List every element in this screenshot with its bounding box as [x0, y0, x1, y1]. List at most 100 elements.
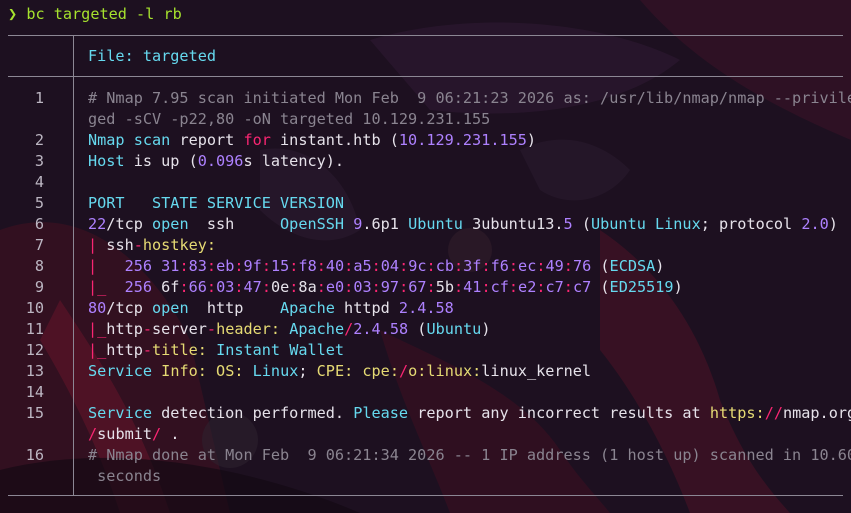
- token: 9c: [408, 257, 427, 275]
- code-line: Service Info: OS: Linux; CPE: cpe:/o:lin…: [88, 361, 845, 382]
- token: //: [764, 404, 783, 422]
- token: title:: [152, 341, 207, 359]
- token: submit: [97, 425, 153, 443]
- code-line-wrap: seconds: [88, 466, 845, 487]
- token: :: [426, 257, 436, 275]
- line-number: 5: [34, 194, 44, 212]
- token: :: [563, 257, 573, 275]
- token: 41: [463, 278, 482, 296]
- token: /tcp: [106, 299, 153, 317]
- code-line: |_http-server-header: Apache/2.4.58 (Ubu…: [88, 319, 845, 340]
- prompt-arrow-icon: ❯: [8, 5, 18, 23]
- token: 80: [88, 299, 107, 317]
- token: is up (: [124, 152, 198, 170]
- code-line: Host is up (0.096s latency).: [88, 151, 845, 172]
- code-line-wrap: ged -sCV -p22,80 -oN targeted 10.129.231…: [88, 109, 845, 130]
- token: (: [591, 278, 610, 296]
- line-number: 2: [34, 131, 44, 149]
- token: :: [206, 257, 217, 275]
- token: (: [572, 215, 591, 233]
- token: Service: [88, 362, 153, 380]
- token: c7: [545, 278, 564, 296]
- token: :: [179, 257, 189, 275]
- token: e2: [518, 278, 537, 296]
- token: :: [234, 257, 244, 275]
- token: header:: [216, 320, 281, 338]
- token: linux_kernel: [481, 362, 592, 380]
- token: Apache: [280, 299, 335, 317]
- token: ): [655, 257, 665, 275]
- token: 76: [572, 257, 592, 275]
- token: :: [399, 278, 409, 296]
- token: 2.4.58: [398, 299, 454, 317]
- token: 2.4.58: [353, 320, 409, 338]
- token: Ubuntu: [426, 320, 482, 338]
- token: :: [508, 257, 519, 275]
- gutter-separator: [73, 35, 74, 496]
- token: o:linux:: [408, 362, 482, 380]
- token: ; protocol: [700, 215, 802, 233]
- code-line: 22/tcp open ssh OpenSSH 9.6p1 Ubuntu 3ub…: [88, 214, 845, 235]
- line-number: 7: [34, 236, 44, 254]
- token: -: [142, 320, 153, 338]
- token: f8: [298, 257, 317, 275]
- code-line: Service detection performed. Please repo…: [88, 403, 851, 424]
- token: s latency).: [243, 152, 345, 170]
- token: seconds: [88, 467, 162, 485]
- token: |_: [88, 278, 125, 296]
- token: :: [261, 278, 271, 296]
- token: OS:: [216, 362, 244, 380]
- token: 3f: [463, 257, 482, 275]
- token: https:: [709, 404, 765, 422]
- token: 15: [270, 257, 290, 275]
- token: open: [152, 299, 189, 317]
- token: cb: [435, 257, 454, 275]
- line-number: 14: [25, 383, 44, 401]
- token: Linux: [252, 362, 299, 380]
- token: ssh: [188, 215, 281, 233]
- token: http: [106, 341, 143, 359]
- token: -: [133, 236, 143, 254]
- token: f6: [490, 257, 509, 275]
- token: /: [152, 425, 162, 443]
- code-line: # Nmap 7.95 scan initiated Mon Feb 9 06:…: [88, 88, 851, 109]
- token: nmap.org: [782, 404, 851, 422]
- token: Instant Wallet: [216, 341, 345, 359]
- token: :: [206, 278, 217, 296]
- token: :: [563, 278, 573, 296]
- token: 2.0: [801, 215, 829, 233]
- token: |: [88, 236, 107, 254]
- token: .6p1: [362, 215, 409, 233]
- token: 67: [408, 278, 427, 296]
- line-number: 8: [34, 257, 44, 275]
- token: /: [88, 425, 98, 443]
- token: 9: [353, 215, 363, 233]
- token: ): [673, 278, 683, 296]
- code-line-wrap: /submit/ .: [88, 424, 845, 445]
- token: 83: [188, 257, 207, 275]
- token: 10.129.231.155: [398, 131, 527, 149]
- shell-prompt: ❯ bc targeted -l rb: [8, 4, 182, 25]
- line-number: 9: [34, 278, 44, 296]
- token: |_: [88, 320, 107, 338]
- token: PORT STATE SERVICE VERSION: [88, 194, 345, 212]
- token: http: [106, 320, 143, 338]
- line-number: 16: [25, 446, 44, 464]
- token: 256: [124, 278, 153, 296]
- token: eb: [216, 257, 235, 275]
- token: 0e: [270, 278, 290, 296]
- token: :: [316, 257, 326, 275]
- token: Ubuntu: [408, 215, 463, 233]
- token: :: [399, 257, 409, 275]
- code-line: |_http-title: Instant Wallet: [88, 340, 845, 361]
- prompt-command[interactable]: bc targeted -l rb: [26, 5, 181, 23]
- token: :: [371, 278, 381, 296]
- token: 03: [353, 278, 372, 296]
- token: -: [142, 341, 153, 359]
- code-line: | ssh-hostkey:: [88, 235, 845, 256]
- token: 22: [88, 215, 107, 233]
- token: :: [344, 257, 354, 275]
- token: 97: [380, 278, 400, 296]
